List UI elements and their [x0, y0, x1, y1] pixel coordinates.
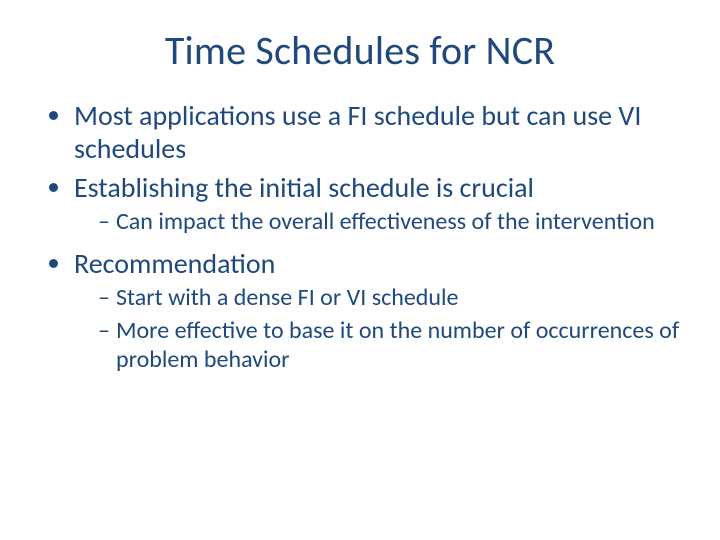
sub-bullet-list: Can impact the overall effectiveness of …	[74, 208, 680, 237]
bullet-text: Recommendation	[74, 246, 275, 281]
bullet-item: Recommendation Start with a dense FI or …	[74, 247, 680, 374]
sub-bullet-list: Start with a dense FI or VI schedule Mor…	[74, 284, 680, 374]
sub-bullet-item: More effective to base it on the number …	[98, 317, 680, 375]
slide: Time Schedules for NCR Most applications…	[0, 0, 720, 540]
bullet-text: Establishing the initial schedule is cru…	[74, 170, 534, 205]
bullet-list: Most applications use a FI schedule but …	[40, 99, 680, 374]
sub-bullet-item: Can impact the overall effectiveness of …	[98, 208, 680, 237]
bullet-item: Establishing the initial schedule is cru…	[74, 171, 680, 237]
sub-bullet-item: Start with a dense FI or VI schedule	[98, 284, 680, 313]
bullet-item: Most applications use a FI schedule but …	[74, 99, 680, 165]
slide-title: Time Schedules for NCR	[40, 26, 680, 75]
